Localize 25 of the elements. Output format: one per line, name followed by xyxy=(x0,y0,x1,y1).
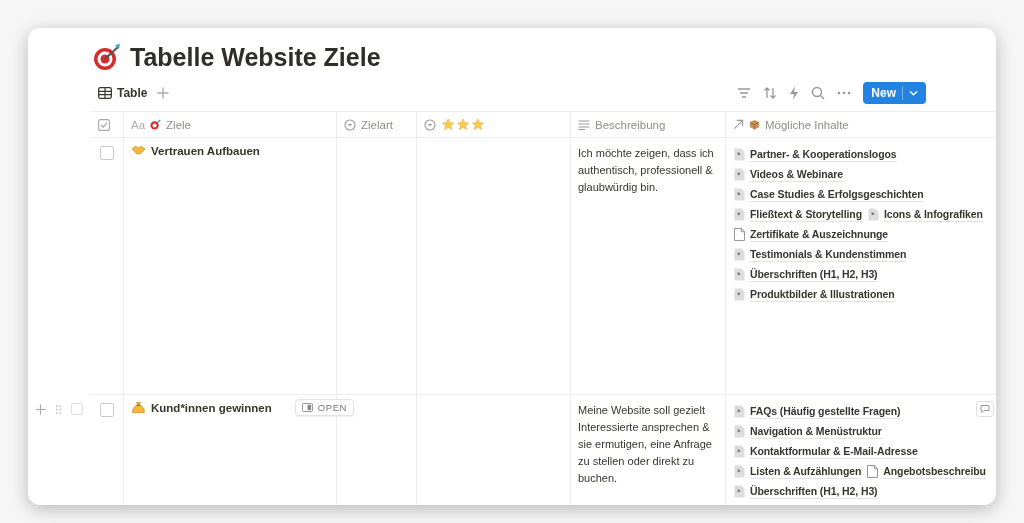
related-page-link[interactable]: Testimonials & Kundenstimmen xyxy=(734,246,907,262)
related-page-link[interactable]: Zertifikate & Auszeichnunge xyxy=(734,226,889,242)
related-page-link[interactable]: Videos & Webinare xyxy=(734,166,844,182)
view-tab[interactable]: Table xyxy=(98,84,148,102)
related-page-link[interactable]: Fließtext & Storytelling xyxy=(734,206,862,222)
new-button[interactable]: New xyxy=(863,82,926,104)
related-page-link[interactable]: Navigation & Menüstruktur xyxy=(734,423,882,439)
related-page-link[interactable]: Überschriften (H1, H2, H3) xyxy=(734,266,878,282)
related-page-link[interactable]: Listen & Aufzählungen xyxy=(734,463,862,479)
related-page-link[interactable]: Icons & Infografiken xyxy=(867,206,983,222)
related-page-link[interactable]: FAQs (Häufig gestellte Fragen) xyxy=(734,403,901,419)
row-title[interactable]: Vertrauen Aufbauen xyxy=(151,144,260,159)
column-header[interactable]: Mögliche Inhalte xyxy=(765,118,849,131)
description-text: Meine Website soll gezielt Interessierte ansprechen & sie ermutigen, eine Anfrage zu stellen oder direkt zu buchen. xyxy=(578,403,713,486)
related-page-link[interactable]: Partner- & Kooperationslogos xyxy=(734,146,897,162)
open-button[interactable]: OPEN xyxy=(294,399,355,416)
related-page-link[interactable]: Produktbilder & Illustrationen xyxy=(734,286,895,302)
page-title: Tabelle Website Ziele xyxy=(130,42,381,72)
related-page-link[interactable]: Überschriften (H1, H2, H3) xyxy=(734,483,878,499)
row-title[interactable]: Kund*innen gewinnen xyxy=(151,401,272,416)
related-page-link[interactable]: Angebotsbeschreibu xyxy=(867,463,986,479)
description-text: Ich möchte zeigen, dass ich authentisch, professionell & glaubwürdig bin. xyxy=(578,146,715,195)
title-property-label: Aa xyxy=(131,118,146,131)
related-page-link[interactable]: Kontaktformular & E-Mail-Adresse xyxy=(734,443,918,459)
related-page-link[interactable]: Case Studies & Erfolgsgeschichten xyxy=(734,186,924,202)
